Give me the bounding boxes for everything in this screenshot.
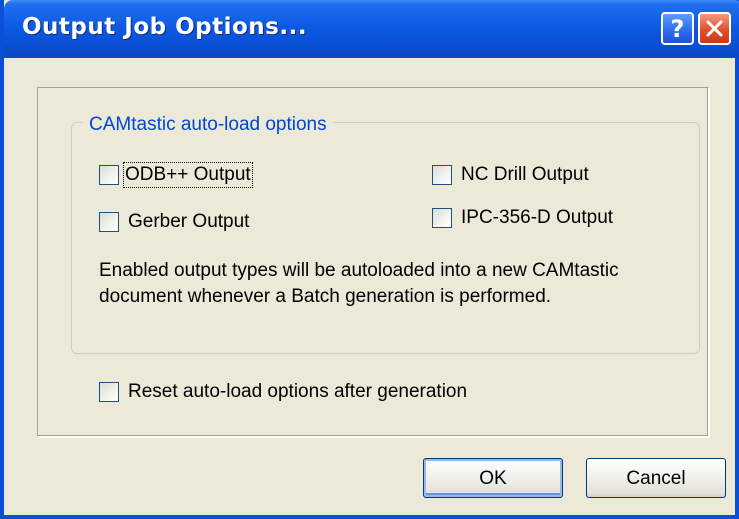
- close-icon: [706, 20, 723, 37]
- ok-button[interactable]: OK: [423, 458, 563, 498]
- ipc-356-d-output-option[interactable]: IPC-356-D Output: [432, 205, 613, 231]
- nc-drill-output-label[interactable]: NC Drill Output: [461, 163, 589, 187]
- help-icon: ?: [670, 15, 685, 43]
- reset-autoload-checkbox[interactable]: [99, 382, 119, 402]
- reset-autoload-label[interactable]: Reset auto-load options after generation: [128, 380, 467, 404]
- ipc-356-d-output-label[interactable]: IPC-356-D Output: [461, 206, 613, 230]
- dialog-window: Output Job Options... ? CAMtastic auto-l…: [0, 0, 739, 519]
- nc-drill-output-checkbox[interactable]: [432, 165, 452, 185]
- reset-autoload-option[interactable]: Reset auto-load options after generation: [99, 379, 467, 405]
- odb-output-label[interactable]: ODB++ Output: [123, 162, 253, 188]
- camtastic-group-box: [71, 122, 700, 354]
- odb-output-checkbox[interactable]: [99, 165, 119, 185]
- group-legend: CAMtastic auto-load options: [83, 113, 333, 137]
- window-title: Output Job Options...: [22, 14, 308, 40]
- close-button[interactable]: [698, 12, 731, 45]
- cancel-button[interactable]: Cancel: [586, 458, 726, 498]
- nc-drill-output-option[interactable]: NC Drill Output: [432, 162, 589, 188]
- gerber-output-option[interactable]: Gerber Output: [99, 209, 249, 235]
- title-bar[interactable]: Output Job Options... ?: [4, 0, 739, 58]
- gerber-output-label[interactable]: Gerber Output: [128, 210, 249, 234]
- help-button[interactable]: ?: [661, 12, 694, 45]
- description-line: Enabled output types will be autoloaded …: [99, 260, 619, 281]
- autoload-description: Enabled output types will be autoloaded …: [99, 258, 699, 310]
- gerber-output-checkbox[interactable]: [99, 212, 119, 232]
- ipc-356-d-output-checkbox[interactable]: [432, 208, 452, 228]
- odb-output-option[interactable]: ODB++ Output: [99, 162, 253, 188]
- description-line: document whenever a Batch generation is …: [99, 286, 552, 307]
